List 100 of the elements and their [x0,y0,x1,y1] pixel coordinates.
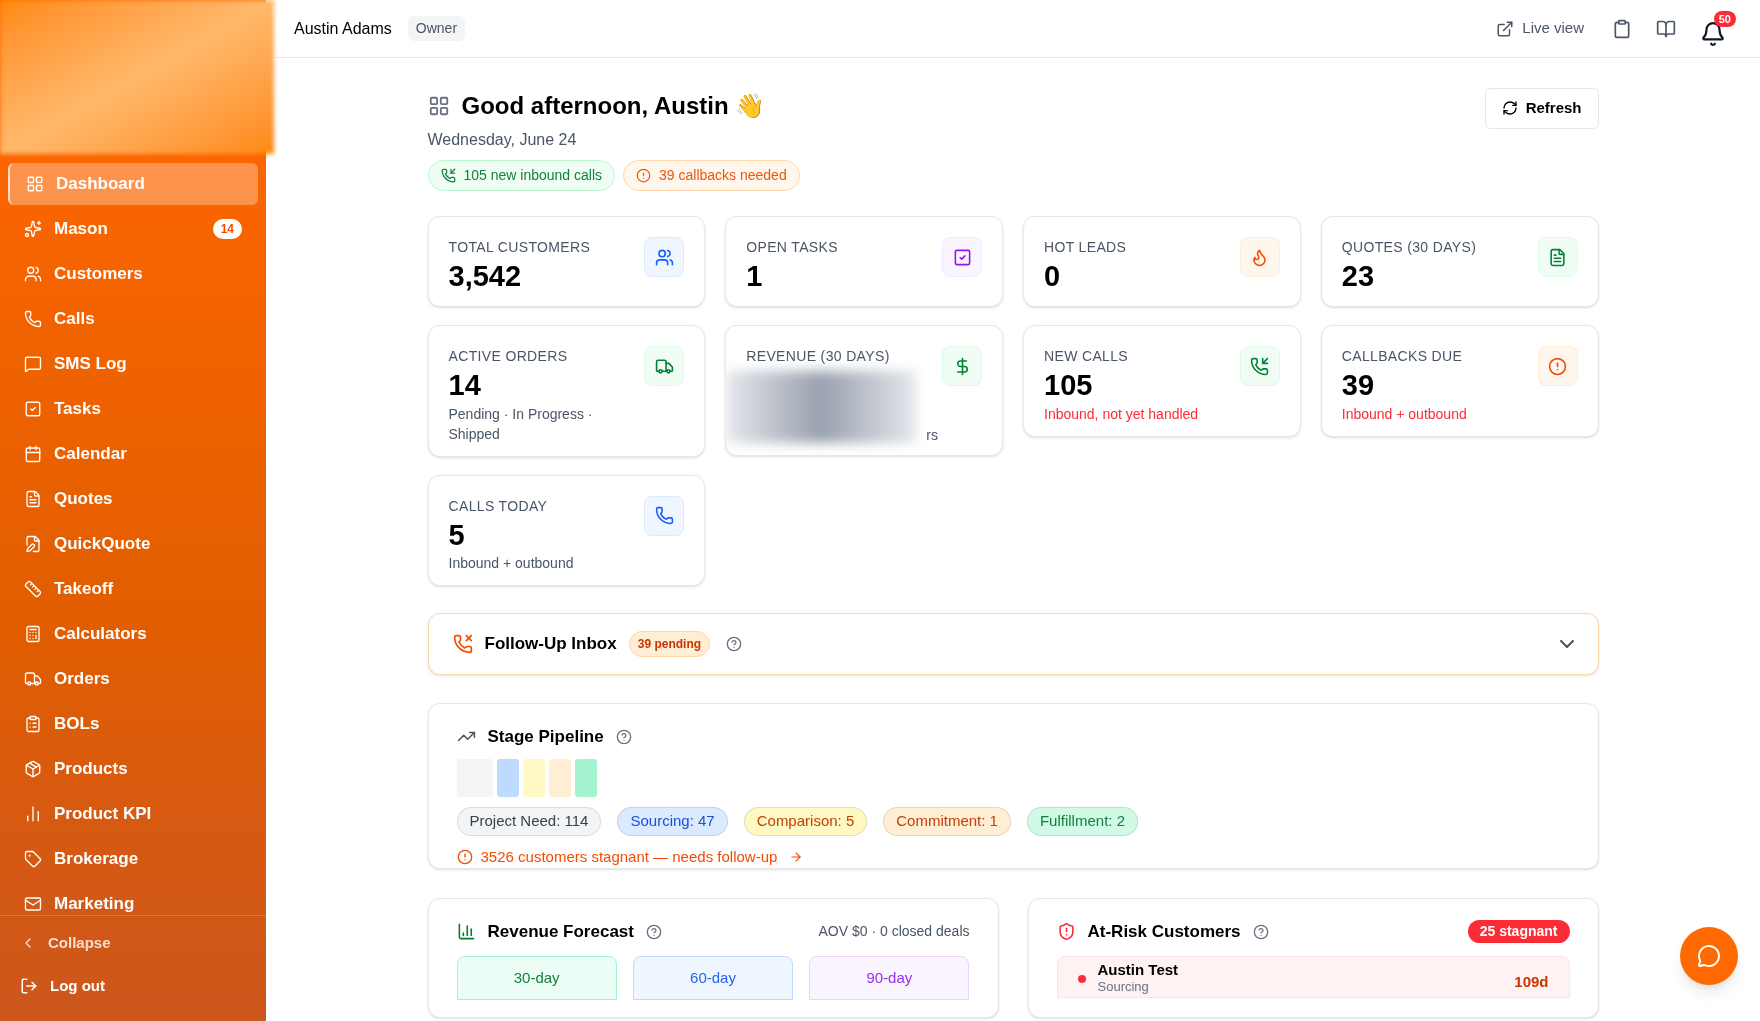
sidebar-item[interactable]: Quotes [8,478,258,520]
forecast-summary: AOV $0 · 0 closed deals [818,922,970,941]
stat-value: 23 [1341,259,1375,294]
checkbox-icon [942,237,982,277]
panel-title: Follow-Up Inbox [484,633,617,655]
grid-icon [26,175,44,193]
user-name: Austin Adams [294,18,392,39]
follow-up-panel[interactable]: Follow-Up Inbox 39 pending [427,612,1599,675]
truck-icon [644,346,685,387]
sidebar-item[interactable]: Takeoff [8,568,258,610]
mail-icon [24,895,42,913]
sidebar-item[interactable]: Calendar [8,433,258,475]
arrow-right-icon [789,850,804,864]
warning-icon [456,849,473,865]
stage-pill: Commitment: 1 [883,807,1011,836]
phone-icon [24,310,42,328]
chat-button[interactable] [1680,927,1738,985]
shield-alert-icon [1056,922,1076,941]
stat-label: ACTIVE ORDERS [448,347,568,367]
forecast-tab[interactable]: 90-day [809,956,970,1001]
stagnant-badge: 25 stagnant [1467,920,1570,943]
stage-pill: Fulfillment: 2 [1026,807,1138,836]
stat-label: REVENUE (30 DAYS) [746,347,891,367]
forecast-tab[interactable]: 30-day [456,956,617,1001]
ruler-icon [24,580,42,598]
clipboard-icon [24,715,42,733]
book-icon[interactable] [1656,18,1676,39]
logout-button[interactable]: Log out [20,974,246,997]
help-icon [615,728,632,745]
stat-label: OPEN TASKS [746,238,838,257]
refresh-button[interactable]: Refresh [1484,88,1599,129]
stat-subtitle: Inbound + outbound [1341,404,1468,424]
status-pill: 105 new inbound calls [427,160,616,191]
live-view-link[interactable]: Live view [1496,17,1584,40]
sidebar-item[interactable]: Mason 14 [8,208,258,250]
sidebar-item[interactable]: SMS Log [8,343,258,385]
greeting-title: Good afternoon, Austin 👋 [461,91,766,121]
calculator-icon [24,625,42,643]
dollar-icon [942,346,982,387]
calendar-icon [24,445,42,463]
stat-subtitle: Inbound, not yet handled [1044,404,1200,424]
message-icon [24,355,42,373]
sidebar-item[interactable]: Orders [8,658,258,700]
notifications-button[interactable]: 50 [1700,10,1736,47]
sidebar-item[interactable]: Dashboard [8,163,258,205]
sidebar-item[interactable]: QuickQuote [8,523,258,565]
stage-pill: Sourcing: 47 [617,807,728,836]
forecast-tab[interactable]: 60-day [632,956,794,1001]
stat-value: 5 [448,517,466,553]
stat-value: 3,542 [448,259,523,294]
external-link-icon [1496,19,1515,38]
checkbox-icon [24,400,42,418]
help-icon [645,923,662,940]
stat-label: HOT LEADS [1044,238,1127,257]
phone-incoming-icon [1239,346,1280,387]
sparkles-icon [24,220,42,238]
customer-stage: Sourcing [1097,979,1150,996]
document-icon [24,490,42,508]
stat-label: CALLBACKS DUE [1341,347,1463,367]
stage-pill: Comparison: 5 [743,807,868,836]
role-badge: Owner [407,16,466,41]
sidebar-item[interactable]: Customers [8,253,258,295]
alert-icon [636,168,652,183]
sidebar-item[interactable]: Calls [8,298,258,340]
bar-chart-icon [456,922,476,941]
stat-value: 39 [1341,368,1375,404]
alert-icon [1537,346,1578,387]
sidebar-item[interactable]: Tasks [8,388,258,430]
phone-missed-icon [452,633,473,654]
stagnant-warning-link[interactable]: 3526 customers stagnant — needs follow-up [456,845,804,869]
truck-icon [24,670,42,688]
users-icon [24,265,42,283]
phone-icon [644,495,685,536]
sidebar-item[interactable]: Calculators [8,613,258,655]
count-badge: 14 [212,219,242,239]
package-icon [24,760,42,778]
tag-icon [24,850,42,868]
stat-value: 0 [1044,259,1062,294]
sidebar-item[interactable]: BOLs [8,703,258,745]
sidebar-item[interactable]: Marketing [8,883,258,915]
sidebar-item[interactable]: Product KPI [8,793,258,835]
users-icon [644,237,685,277]
card-title: Revenue Forecast [487,920,634,943]
collapse-button[interactable]: Collapse [20,924,246,955]
stat-label: CALLS TODAY [448,496,548,516]
stage-pill: Project Need: 114 [456,807,602,836]
flame-icon [1239,237,1280,277]
clipboard-icon[interactable] [1612,18,1632,39]
chat-icon [1697,944,1721,968]
date-text: Wednesday, June 24 [427,130,578,150]
grid-icon [427,95,450,117]
customer-row[interactable]: Austin Test Sourcing 109d [1056,956,1570,999]
sidebar-item[interactable]: Products [8,748,258,790]
stagnant-days: 109d [1514,971,1549,994]
sidebar-item[interactable]: Brokerage [8,838,258,880]
help-icon [726,635,743,652]
status-pill: 39 callbacks needed [623,160,800,191]
stat-label: TOTAL CUSTOMERS [448,238,591,257]
bar-chart-icon [24,805,42,823]
refresh-icon [1501,100,1518,117]
